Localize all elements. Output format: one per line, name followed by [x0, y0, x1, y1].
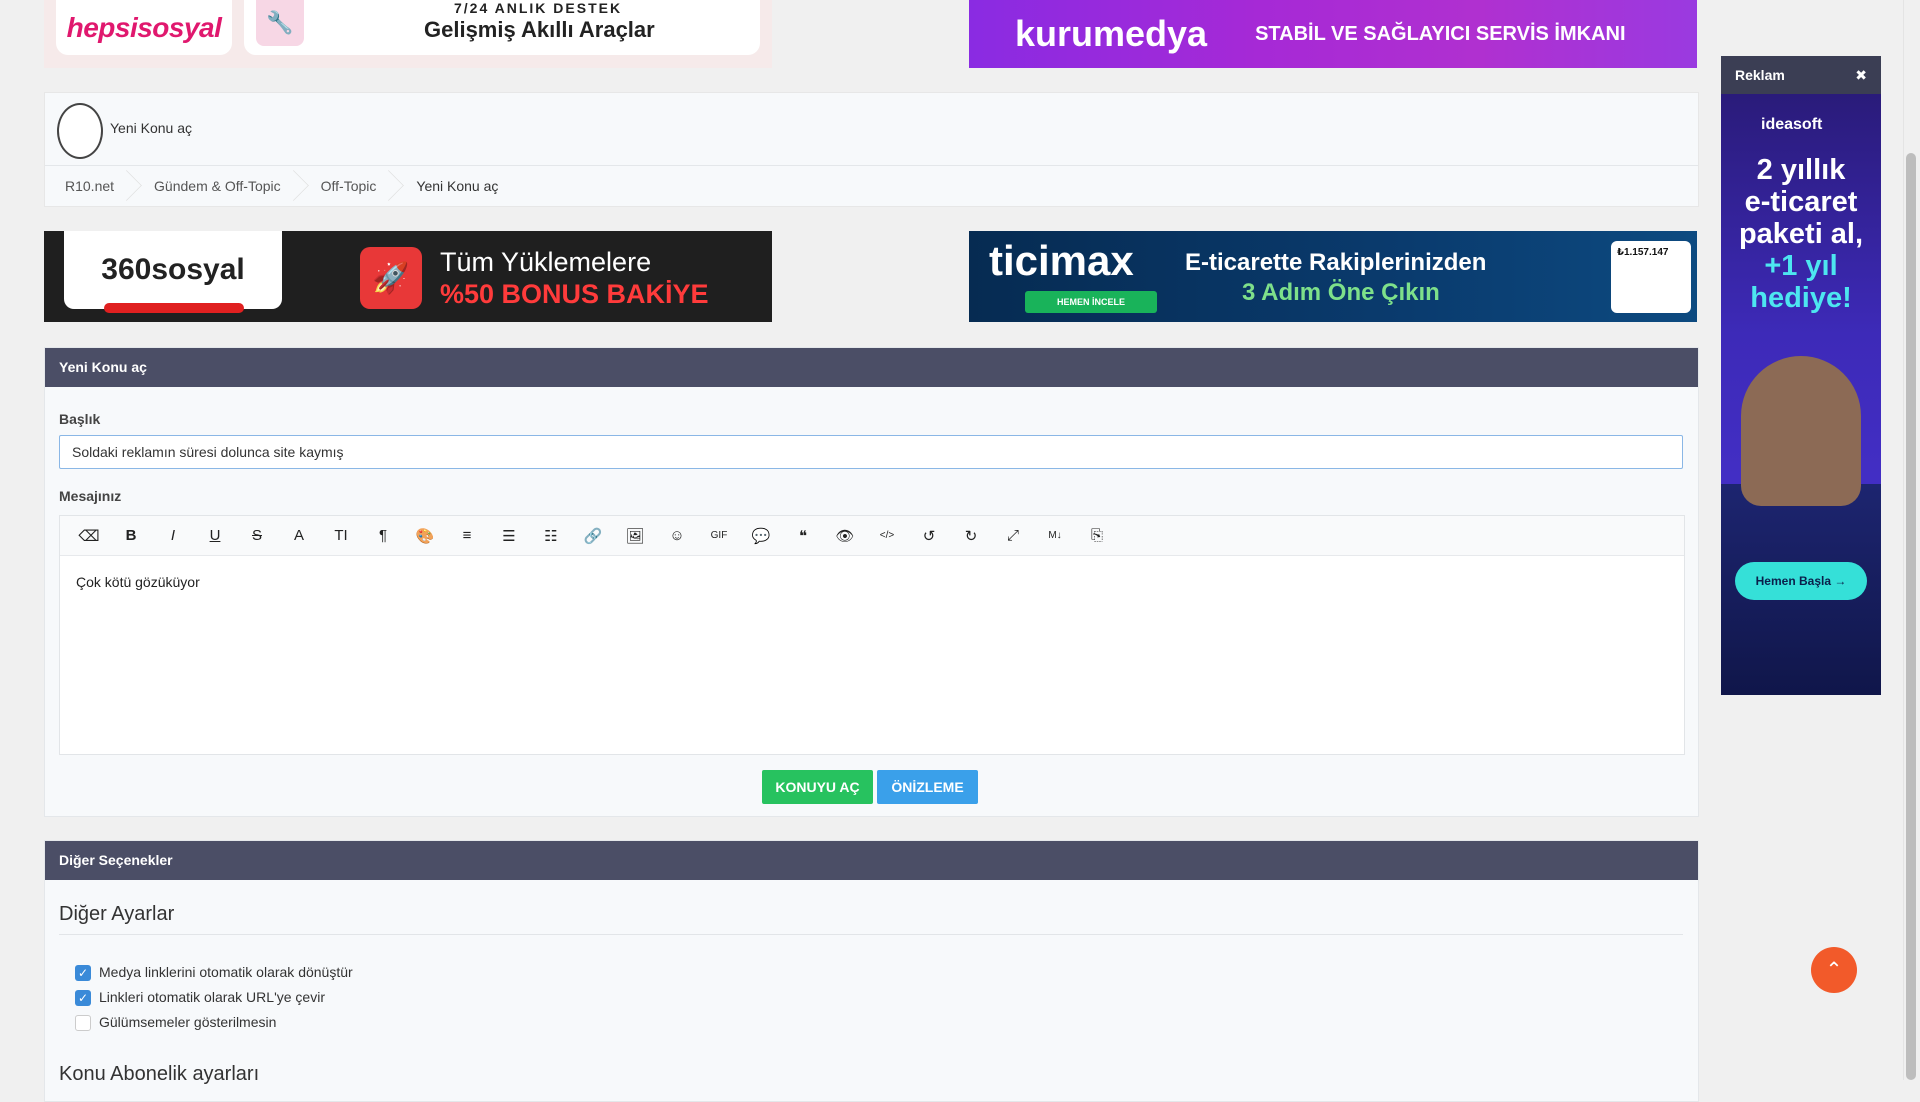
scrollbar-thumb[interactable] — [1906, 153, 1916, 1080]
preview-button[interactable]: ÖNİZLEME — [877, 770, 978, 804]
divider — [59, 934, 1683, 935]
breadcrumb-item-home[interactable]: R10.net — [45, 166, 134, 206]
ad-decor — [104, 303, 244, 313]
image-icon[interactable]: 🖼 — [614, 521, 656, 551]
breadcrumb-item-offtopic[interactable]: Off-Topic — [301, 166, 397, 206]
ad-person-image — [1741, 356, 1861, 506]
numbered-list-icon[interactable]: ☷ — [530, 521, 572, 551]
ideasoft-ad[interactable]: ideasoft 2 yıllık e-ticaret paketi al, +… — [1721, 94, 1881, 695]
close-icon[interactable]: ✖ — [1855, 56, 1867, 94]
breadcrumb: R10.net Gündem & Off-Topic Off-Topic Yen… — [45, 166, 518, 206]
font-color-icon[interactable]: A — [278, 521, 320, 551]
message-content[interactable]: Çok kötü gözüküyor — [76, 574, 200, 590]
back-to-top-button[interactable]: ⌃ — [1811, 947, 1857, 993]
top-left-ad-banner[interactable]: 7/24 ANLIK DESTEK Gelişmiş Akıllı Araçla… — [244, 0, 760, 55]
underline-icon[interactable]: U — [194, 521, 236, 551]
new-topic-panel: Yeni Konu aç Başlık Mesajınız ⌫BIUSATI¶🎨… — [44, 347, 1699, 817]
title-input[interactable] — [59, 435, 1683, 469]
bold-icon[interactable]: B — [110, 521, 152, 551]
redo-icon[interactable]: ↻ — [950, 521, 992, 551]
breadcrumb-box: Yeni Konu aç R10.net Gündem & Off-Topic … — [44, 92, 1699, 207]
emoji-icon[interactable]: ☺ — [656, 521, 698, 551]
strikethrough-icon[interactable]: S — [236, 521, 278, 551]
ad-text: Tüm Yüklemelere — [440, 247, 652, 277]
breadcrumb-item-current: Yeni Konu aç — [416, 178, 499, 194]
options-section-title: Diğer Ayarlar — [59, 903, 175, 925]
page-title: Yeni Konu aç — [110, 120, 192, 136]
ticimax-logo: ticimax — [989, 237, 1134, 284]
ticimax-ad[interactable]: ticimax HEMEN İNCELE E-ticarette Rakiple… — [969, 231, 1697, 322]
ad-text: %50 BONUS BAKİYE — [440, 279, 709, 309]
360sosyal-logo: 360sosyal — [64, 231, 282, 309]
paragraph-icon[interactable]: ¶ — [362, 521, 404, 551]
360sosyal-ad[interactable]: 360sosyal 🚀 Tüm Yüklemelere %50 BONUS BA… — [44, 231, 772, 322]
wrench-icon: 🔧 — [256, 0, 304, 46]
title-label: Başlık — [59, 411, 101, 427]
hide-icon[interactable]: 👁 — [824, 521, 866, 551]
gif-icon[interactable]: GIF — [698, 521, 740, 551]
auto-url-checkbox[interactable]: ✓ — [75, 990, 91, 1006]
kurumedya-logo: kurumedya — [1015, 13, 1208, 54]
ideasoft-logo: ideasoft — [1761, 116, 1823, 133]
code-icon[interactable]: </> — [866, 521, 908, 551]
checkbox-label[interactable]: Linkleri otomatik olarak URL'ye çevir — [99, 989, 325, 1005]
side-ad[interactable]: Reklam ✖ ideasoft 2 yıllık e-ticaret pak… — [1721, 56, 1881, 695]
side-ad-headline: 2 yıllık e-ticaret paketi al, +1 yıl hed… — [1738, 154, 1864, 314]
link-icon[interactable]: 🔗 — [572, 521, 614, 551]
fullscreen-icon[interactable]: ⤢ — [992, 521, 1034, 551]
hepsisosyal-logo[interactable]: hepsisosyal — [56, 0, 232, 55]
breadcrumb-item-gundem[interactable]: Gündem & Off-Topic — [134, 166, 301, 206]
page-header: Yeni Konu aç — [45, 93, 1698, 166]
kurumedya-tagline: STABİL VE SAĞLAYICI SERVİS İMKANI — [1255, 22, 1626, 45]
checkbox-label[interactable]: Gülümsemeler gösterilmesin — [99, 1014, 276, 1030]
submit-button[interactable]: KONUYU AÇ — [762, 770, 873, 804]
align-icon[interactable]: ≡ — [446, 521, 488, 551]
ad-stat-card: ₺1.157.147 — [1611, 241, 1691, 313]
panel-title: Yeni Konu aç — [45, 348, 1698, 387]
italic-icon[interactable]: I — [152, 521, 194, 551]
rocket-icon: 🚀 — [360, 247, 422, 309]
markdown-icon[interactable]: M↓ — [1034, 521, 1076, 551]
side-ad-cta[interactable]: Hemen Başla → — [1735, 562, 1867, 600]
bullet-list-icon[interactable]: ☰ — [488, 521, 530, 551]
source-icon[interactable]: ⎘ — [1076, 521, 1118, 551]
quote-icon[interactable]: ❝ — [782, 521, 824, 551]
ad-text: 3 Adım Öne Çıkın — [1242, 279, 1440, 306]
font-size-icon[interactable]: TI — [320, 521, 362, 551]
site-mascot-icon — [57, 103, 103, 159]
comment-icon[interactable]: 💬 — [740, 521, 782, 551]
options-panel: Diğer Seçenekler Diğer Ayarlar ✓ Medya l… — [44, 840, 1699, 1102]
disable-smilies-checkbox[interactable] — [75, 1015, 91, 1031]
options-panel-title: Diğer Seçenekler — [45, 841, 1698, 880]
palette-icon[interactable]: 🎨 — [404, 521, 446, 551]
ad-text: E-ticarette Rakiplerinizden — [1185, 249, 1487, 276]
checkbox-label[interactable]: Medya linklerini otomatik olarak dönüştü… — [99, 964, 353, 980]
kurumedya-ad[interactable]: kurumedya STABİL VE SAĞLAYICI SERVİS İMK… — [969, 0, 1697, 68]
ticimax-cta[interactable]: HEMEN İNCELE — [1025, 291, 1157, 313]
undo-icon[interactable]: ↺ — [908, 521, 950, 551]
editor-toolbar: ⌫ B I U S A TI ¶ 🎨 ≡ ☰ ☷ 🔗 🖼 ☺ GIF 💬 ❝ 👁 </> ↺ ↻ ⤢ M↓ ⎘ — [60, 516, 1684, 556]
subscription-section-title: Konu Abonelik ayarları — [59, 1063, 260, 1085]
message-label: Mesajınız — [59, 488, 122, 504]
message-editor[interactable]: ⌫ B I U S A TI ¶ 🎨 ≡ ☰ ☷ 🔗 🖼 ☺ GIF 💬 ❝ 👁 </> ↺ ↻ ⤢ M↓ ⎘ Çok kötü… — [59, 515, 1685, 755]
media-links-checkbox[interactable]: ✓ — [75, 965, 91, 981]
eraser-icon[interactable]: ⌫ — [68, 521, 110, 551]
